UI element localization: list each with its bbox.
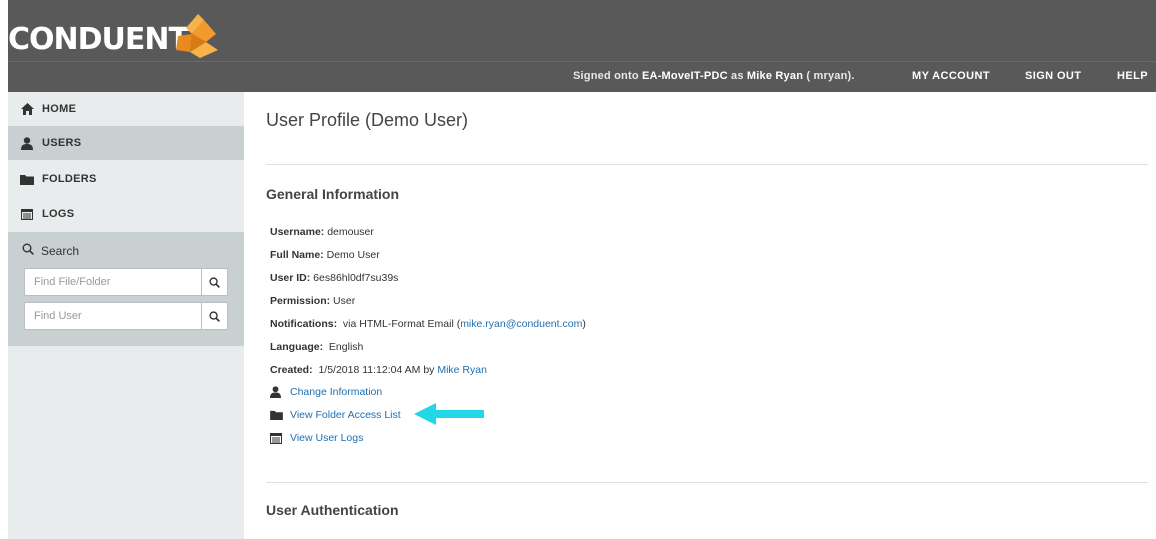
full-name-value: Demo User [323, 249, 380, 261]
find-user-search-button[interactable] [201, 303, 227, 329]
sidebar-item-users[interactable]: USERS [8, 126, 244, 160]
sidebar-item-label: FOLDERS [42, 173, 97, 185]
user-icon [20, 136, 34, 150]
help-link[interactable]: HELP [1117, 70, 1148, 82]
main-content: User Profile (Demo User) General Informa… [266, 92, 1148, 539]
conduent-logo-text: CONDUENT [8, 22, 189, 57]
permission-value: User [330, 295, 356, 307]
my-account-link[interactable]: MY ACCOUNT [912, 70, 990, 82]
permission-row: Permission: User [270, 295, 356, 307]
signed-user-name: Mike Ryan [746, 70, 804, 82]
folder-icon [20, 172, 34, 186]
divider [266, 164, 1148, 165]
page-title: User Profile (Demo User) [266, 110, 469, 130]
folder-icon [270, 409, 284, 421]
top-header: CONDUENT Signed onto EA-MoveIT-PDC as Mi… [8, 0, 1156, 92]
view-folder-access-list-link[interactable]: View Folder Access List [270, 409, 401, 421]
sign-out-link[interactable]: SIGN OUT [1025, 70, 1081, 82]
user-icon [270, 386, 284, 398]
general-information-heading: General Information [266, 186, 400, 202]
logo-bar: CONDUENT [8, 0, 1156, 62]
created-by-link[interactable]: Mike Ryan [437, 364, 487, 376]
find-file-folder-input[interactable] [25, 269, 201, 295]
sidebar-item-label: USERS [42, 137, 82, 149]
search-heading: Search [22, 243, 79, 258]
sidebar-item-label: LOGS [42, 208, 75, 220]
full-name-row: Full Name: Demo User [270, 249, 380, 261]
conduent-logo-icon [176, 14, 218, 58]
user-id-value: 6es86hl0df7su39s [310, 272, 399, 284]
search-icon [209, 276, 220, 288]
server-name: EA-MoveIT-PDC [642, 70, 728, 82]
language-row: Language: English [270, 341, 364, 353]
notifications-row: Notifications: via HTML-Format Email (mi… [270, 318, 586, 330]
notification-email-link[interactable]: mike.ryan@conduent.com [460, 318, 582, 330]
search-panel: Search [8, 232, 244, 346]
divider [266, 482, 1148, 483]
view-user-logs-link[interactable]: View User Logs [270, 432, 363, 444]
username-value: demouser [324, 226, 374, 238]
top-nav: Signed onto EA-MoveIT-PDC as Mike Ryan (… [8, 62, 1156, 92]
language-value: English [323, 341, 364, 353]
sidebar-item-logs[interactable]: LOGS [8, 197, 244, 231]
annotation-arrow-icon [414, 403, 484, 425]
sidebar: HOME USERS FOLDERS LOGS Search [8, 92, 244, 539]
search-icon [22, 243, 34, 258]
find-user-field [24, 302, 228, 330]
find-file-folder-field [24, 268, 228, 296]
sidebar-item-label: HOME [42, 103, 77, 115]
user-id-row: User ID: 6es86hl0df7su39s [270, 272, 399, 284]
find-file-search-button[interactable] [201, 269, 227, 295]
change-information-link[interactable]: Change Information [270, 386, 382, 398]
created-row: Created: 1/5/2018 11:12:04 AM by Mike Ry… [270, 364, 487, 376]
sidebar-item-home[interactable]: HOME [8, 92, 244, 126]
log-icon [20, 207, 34, 221]
log-icon [270, 432, 284, 444]
search-icon [209, 310, 220, 322]
find-user-input[interactable] [25, 303, 201, 329]
home-icon [20, 102, 34, 116]
user-authentication-heading: User Authentication [266, 502, 399, 518]
username-row: Username: demouser [270, 226, 374, 238]
signed-on-text: Signed onto EA-MoveIT-PDC as Mike Ryan (… [573, 70, 855, 82]
sidebar-item-folders[interactable]: FOLDERS [8, 162, 244, 196]
